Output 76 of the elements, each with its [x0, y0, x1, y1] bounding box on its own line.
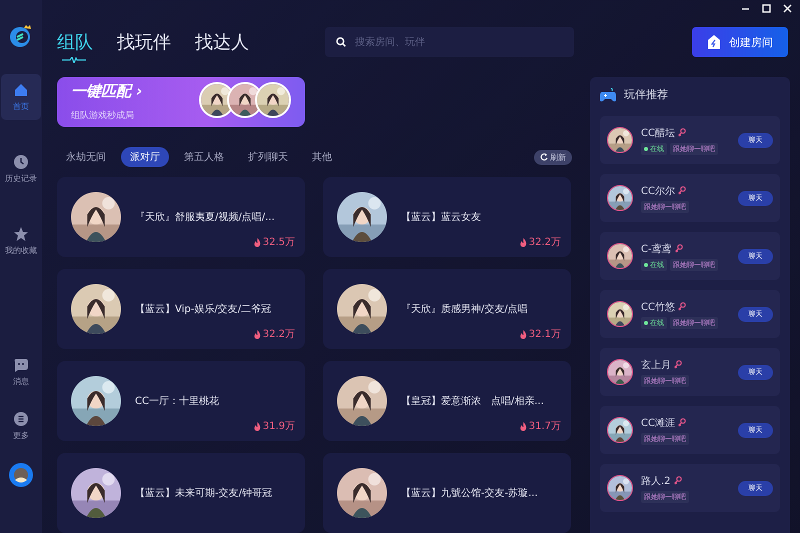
banner-subtitle: 组队游戏秒成局 — [71, 110, 135, 122]
flame-icon — [254, 422, 261, 430]
main-tab[interactable]: 找玩伴 — [117, 30, 171, 54]
flame-icon — [254, 330, 261, 338]
panel-title: 玩伴推荐 — [624, 87, 668, 102]
heat-count: 32.1万 — [528, 328, 561, 341]
female-icon — [678, 128, 686, 137]
match-banner[interactable]: 一键匹配 › 组队游戏秒成局 — [57, 77, 305, 127]
star-icon — [14, 226, 28, 240]
clock-icon — [14, 154, 28, 168]
sidebar-item[interactable]: 我的收藏 — [1, 218, 41, 264]
player-name: CC醋坛 — [641, 126, 675, 140]
flame-icon — [520, 422, 527, 430]
room-title: 【皇冠】爱意渐浓 点唱/相亲... — [401, 394, 544, 408]
female-icon — [674, 476, 682, 485]
female-icon — [678, 418, 686, 427]
category-tab[interactable]: 永劫无间 — [57, 147, 115, 167]
sidebar-item[interactable]: 消息 — [1, 349, 41, 395]
sidebar-item[interactable]: 更多 — [1, 403, 41, 449]
room-title: 『天欣』舒服夷夏/视频/点唱/... — [135, 210, 275, 224]
player-name: CC滩涯 — [641, 416, 675, 430]
banner-title: 一键匹配 › — [71, 82, 142, 101]
heat-count: 31.7万 — [528, 420, 561, 433]
create-room-button[interactable]: 创建房间 — [692, 27, 788, 57]
flame-icon — [520, 330, 527, 338]
chat-icon — [14, 358, 28, 372]
room-card[interactable]: 『天欣』舒服夷夏/视频/点唱/... 32.5万 — [57, 177, 305, 257]
room-title: 【蓝云】Vip-娱乐/交友/二爷冠 — [135, 302, 272, 316]
category-tab[interactable]: 第五人格 — [175, 147, 233, 167]
player-name: 路人.2 — [641, 474, 671, 488]
main-tab[interactable]: 组队 — [57, 30, 93, 54]
room-card[interactable]: 【蓝云】Vip-娱乐/交友/二爷冠 32.2万 — [57, 269, 305, 349]
maximize-icon[interactable] — [762, 4, 771, 13]
main-tab[interactable]: 找达人 — [195, 30, 249, 54]
room-title: 【蓝云】九號公馆-交友-苏璇... — [401, 486, 538, 500]
house-icon — [707, 35, 721, 49]
heat-count: 32.5万 — [262, 236, 295, 249]
close-icon[interactable] — [783, 4, 792, 13]
player-name: 玄上月 — [641, 358, 671, 372]
room-title: 【蓝云】蓝云女友 — [401, 210, 481, 224]
heat-count: 31.9万 — [262, 420, 295, 433]
room-card[interactable]: 【蓝云】蓝云女友 32.2万 — [323, 177, 571, 257]
wave-icon — [62, 57, 86, 63]
refresh-button[interactable]: 刷新 — [534, 150, 572, 164]
menu-icon — [14, 412, 28, 426]
room-card[interactable]: 『天欣』质感男神/交友/点唱 32.1万 — [323, 269, 571, 349]
home-icon — [14, 82, 28, 96]
room-title: 【蓝云】未来可期-交友/钟哥冠 — [135, 486, 272, 500]
category-tab[interactable]: 其他 — [303, 147, 341, 167]
room-title: CC一厅：十里桃花 — [135, 394, 219, 408]
heat-count: 32.2万 — [528, 236, 561, 249]
player-name: CC尔尔 — [641, 184, 675, 198]
female-icon — [678, 302, 686, 311]
avatar-icon[interactable] — [9, 463, 33, 487]
female-icon — [674, 360, 682, 369]
female-icon — [678, 186, 686, 195]
sidebar-item[interactable]: 历史记录 — [1, 146, 41, 192]
search-icon — [336, 37, 346, 47]
room-title: 『天欣』质感男神/交友/点唱 — [401, 302, 528, 316]
refresh-icon — [540, 153, 548, 161]
flame-icon — [520, 238, 527, 246]
sidebar-item[interactable]: 首页 — [1, 74, 41, 120]
heat-count: 32.2万 — [262, 328, 295, 341]
room-card[interactable]: 【蓝云】九號公馆-交友-苏璇... — [323, 453, 571, 533]
player-name: CC竹悠 — [641, 300, 675, 314]
category-tab[interactable]: 派对厅 — [121, 147, 169, 167]
search-field[interactable]: 搜索房间、玩伴 — [325, 27, 574, 57]
room-card[interactable]: 【皇冠】爱意渐浓 点唱/相亲... 31.7万 — [323, 361, 571, 441]
gamepad-icon — [600, 88, 616, 102]
category-tab[interactable]: 扩列聊天 — [239, 147, 297, 167]
flame-icon — [254, 238, 261, 246]
player-name: C-鸢鸢 — [641, 242, 672, 256]
logo-icon — [9, 24, 33, 48]
room-card[interactable]: 【蓝云】未来可期-交友/钟哥冠 — [57, 453, 305, 533]
room-card[interactable]: CC一厅：十里桃花 31.9万 — [57, 361, 305, 441]
female-icon — [674, 244, 683, 253]
